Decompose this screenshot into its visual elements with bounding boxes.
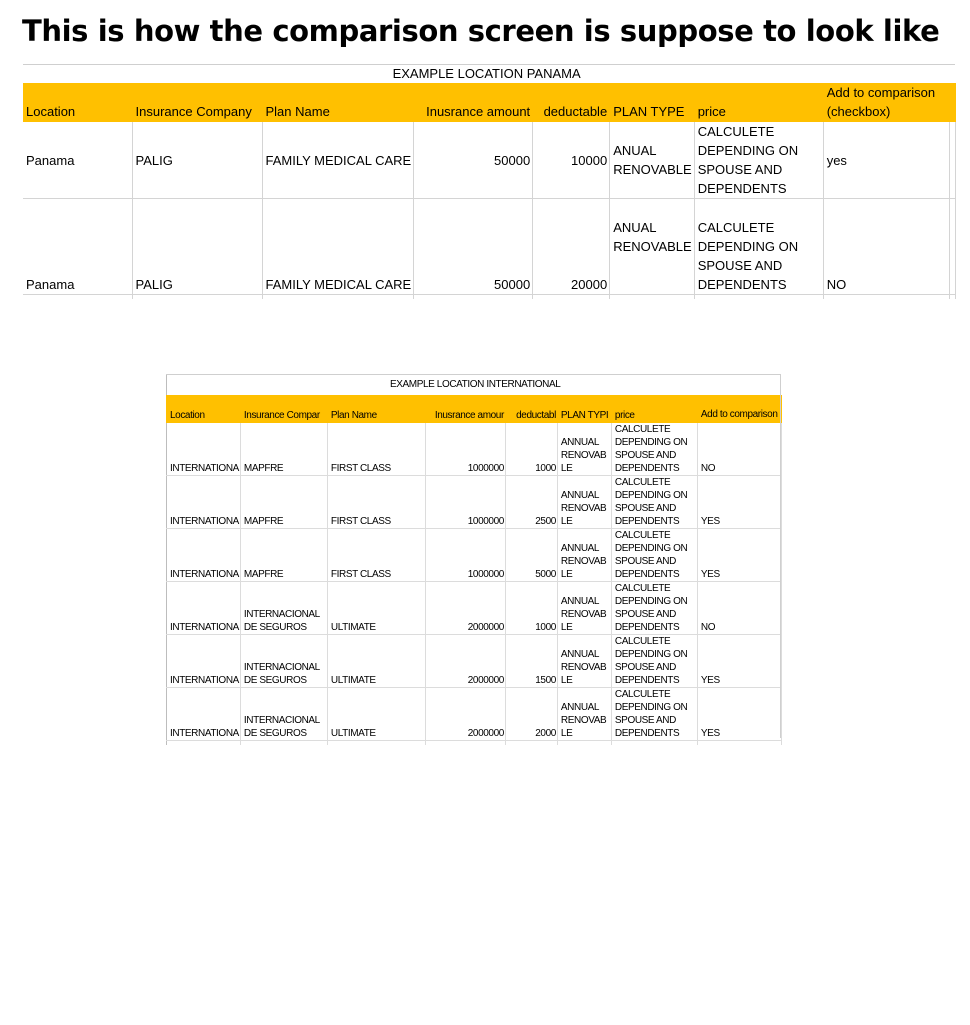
header-location: Location <box>166 395 241 423</box>
cell-plan-type: ANNUAL RENOVAB LE <box>557 634 612 688</box>
cell-add-to-comparison[interactable]: YES <box>697 475 782 529</box>
header-deductable: deductabl <box>505 395 558 423</box>
cell-plan-name: FIRST CLASS <box>327 475 426 529</box>
header-insurance-company: Insurance Compar <box>240 395 328 423</box>
cell-plan-name: FAMILY MEDICAL CARE <box>262 121 415 199</box>
header-deductable: deductable <box>532 83 611 122</box>
cell-location: Panama <box>23 198 133 295</box>
table-title: EXAMPLE LOCATION PANAMA <box>23 64 950 83</box>
header-insurance-amount: Inusrance amour <box>425 395 506 423</box>
cell-price: CALCULETE DEPENDING ON SPOUSE AND DEPEND… <box>694 198 824 295</box>
cell-price: CALCULETE DEPENDING ON SPOUSE AND DEPEND… <box>694 121 824 199</box>
cell-plan-name: ULTIMATE <box>327 581 426 635</box>
cell-location: INTERNATIONA <box>166 422 241 476</box>
cell-location: INTERNATIONA <box>166 581 241 635</box>
cell-insurance-amount: 2000000 <box>425 687 506 741</box>
cell-price: CALCULETE DEPENDING ON SPOUSE AND DEPEND… <box>611 528 698 582</box>
table-row: INTERNATIONA INTERNACIONAL DE SEGUROS ULTI… <box>166 687 782 741</box>
cell-add-to-comparison[interactable]: NO <box>697 422 782 476</box>
table-row: INTERNATIONA MAPFRE FIRST CLASS 1000000 1000… <box>166 422 782 476</box>
cell-insurance-amount: 50000 <box>413 121 534 199</box>
cell-location: Panama <box>23 121 133 199</box>
cell-insurance-company: INTERNACIONAL DE SEGUROS <box>240 634 328 688</box>
table-row: INTERNATIONA INTERNACIONAL DE SEGUROS ULTI… <box>166 581 782 635</box>
cell-insurance-company: MAPFRE <box>240 475 328 529</box>
header-plan-type: PLAN TYPE <box>609 83 695 122</box>
cell-plan-name: FAMILY MEDICAL CARE <box>262 198 415 295</box>
table-row: INTERNATIONA MAPFRE FIRST CLASS 1000000 5000… <box>166 528 782 582</box>
header-price: price <box>611 395 698 423</box>
cell-insurance-company: PALIG <box>132 198 263 295</box>
cell-insurance-company: INTERNACIONAL DE SEGUROS <box>240 581 328 635</box>
cell-insurance-amount: 2000000 <box>425 634 506 688</box>
cell-plan-type: ANUAL RENOVABLE <box>609 121 695 199</box>
cell-deductable: 10000 <box>532 121 611 199</box>
cell-insurance-company: MAPFRE <box>240 422 328 476</box>
cell-price: CALCULETE DEPENDING ON SPOUSE AND DEPEND… <box>611 687 698 741</box>
header-insurance-company: Insurance Company <box>132 83 263 122</box>
cell-plan-name: ULTIMATE <box>327 687 426 741</box>
page-heading: This is how the comparison screen is sup… <box>22 14 940 48</box>
international-comparison-table: EXAMPLE LOCATION INTERNATIONAL Location … <box>166 374 782 745</box>
cell-insurance-company: PALIG <box>132 121 263 199</box>
cell-plan-type: ANNUAL RENOVAB LE <box>557 475 612 529</box>
table-row: Panama PALIG FAMILY MEDICAL CARE 50000 2… <box>23 198 956 295</box>
cell-plan-type: ANNUAL RENOVAB LE <box>557 528 612 582</box>
cell-deductable: 1500 <box>505 634 558 688</box>
table-row: INTERNATIONA INTERNACIONAL DE SEGUROS ULTI… <box>166 634 782 688</box>
cell-price: CALCULETE DEPENDING ON SPOUSE AND DEPEND… <box>611 422 698 476</box>
cell-price: CALCULETE DEPENDING ON SPOUSE AND DEPEND… <box>611 634 698 688</box>
cell-price: CALCULETE DEPENDING ON SPOUSE AND DEPEND… <box>611 475 698 529</box>
cell-insurance-company: MAPFRE <box>240 528 328 582</box>
header-add-to-comparison: Add to comparison <box>697 395 782 423</box>
cell-insurance-amount: 1000000 <box>425 475 506 529</box>
cell-plan-name: ULTIMATE <box>327 634 426 688</box>
cell-add-to-comparison[interactable]: YES <box>697 634 782 688</box>
cell-deductable: 20000 <box>532 198 611 295</box>
cell-location: INTERNATIONA <box>166 634 241 688</box>
header-row: Location Insurance Compar Plan Name Inus… <box>166 395 782 423</box>
cell-deductable: 1000 <box>505 422 558 476</box>
cell-insurance-amount: 1000000 <box>425 422 506 476</box>
header-row: Location Insurance Company Plan Name Inu… <box>23 83 956 122</box>
cell-location: INTERNATIONA <box>166 475 241 529</box>
table-title: EXAMPLE LOCATION INTERNATIONAL <box>166 374 782 395</box>
header-price: price <box>694 83 824 122</box>
cell-add-to-comparison[interactable]: YES <box>697 528 782 582</box>
table-row: Panama PALIG FAMILY MEDICAL CARE 50000 1… <box>23 121 956 199</box>
cell-insurance-company: INTERNACIONAL DE SEGUROS <box>240 687 328 741</box>
header-plan-type: PLAN TYPI <box>557 395 612 423</box>
cell-deductable: 2500 <box>505 475 558 529</box>
header-insurance-amount: Inusrance amount <box>413 83 534 122</box>
cell-plan-name: FIRST CLASS <box>327 528 426 582</box>
cell-plan-type: ANNUAL RENOVAB LE <box>557 687 612 741</box>
cell-add-to-comparison[interactable]: NO <box>823 198 950 295</box>
cell-plan-name: FIRST CLASS <box>327 422 426 476</box>
cell-insurance-amount: 1000000 <box>425 528 506 582</box>
cell-add-to-comparison[interactable]: NO <box>697 581 782 635</box>
cell-deductable: 1000 <box>505 581 558 635</box>
header-add-to-comparison: Add to comparison (checkbox) <box>823 83 950 122</box>
cell-plan-type: ANNUAL RENOVAB LE <box>557 422 612 476</box>
panama-comparison-table: EXAMPLE LOCATION PANAMA Location Insuran… <box>23 64 956 299</box>
cell-deductable: 2000 <box>505 687 558 741</box>
table-row: INTERNATIONA MAPFRE FIRST CLASS 1000000 2500… <box>166 475 782 529</box>
header-location: Location <box>23 83 133 122</box>
header-plan-name: Plan Name <box>262 83 415 122</box>
cell-plan-type: ANUAL RENOVABLE <box>609 198 695 295</box>
table-right-border <box>780 374 781 738</box>
cell-deductable: 5000 <box>505 528 558 582</box>
cell-insurance-amount: 50000 <box>413 198 534 295</box>
cell-location: INTERNATIONA <box>166 687 241 741</box>
cell-add-to-comparison[interactable]: yes <box>823 121 950 199</box>
cell-location: INTERNATIONA <box>166 528 241 582</box>
header-plan-name: Plan Name <box>327 395 426 423</box>
cell-insurance-amount: 2000000 <box>425 581 506 635</box>
cell-add-to-comparison[interactable]: YES <box>697 687 782 741</box>
cell-plan-type: ANNUAL RENOVAB LE <box>557 581 612 635</box>
cell-price: CALCULETE DEPENDING ON SPOUSE AND DEPEND… <box>611 581 698 635</box>
